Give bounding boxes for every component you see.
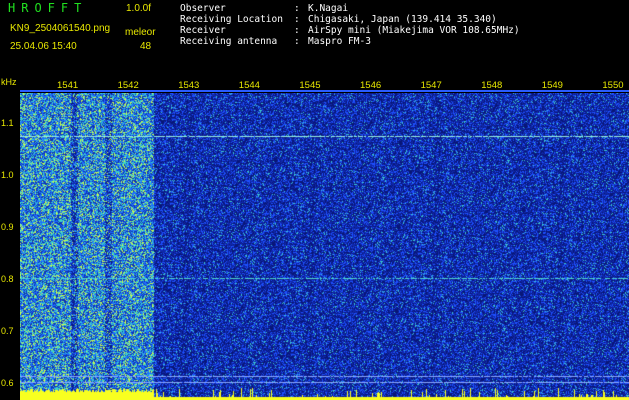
freq-tick-label: 1.1: [1, 118, 14, 129]
meta-row-receiver: Receiver : AirSpy mini (Miakejima VOR 10…: [180, 25, 520, 36]
freq-tick-label: 0.6: [1, 378, 14, 389]
filename-label: KN9_2504061540.png: [10, 23, 111, 34]
meta-separator: :: [294, 14, 300, 25]
datetime-label: 25.04.06 15:40: [10, 41, 77, 52]
header-panel: HROFFT 1.0.0f KN9_2504061540.png meleor …: [0, 0, 629, 78]
meta-label: Receiving Location: [180, 14, 283, 25]
time-axis-line: [20, 90, 629, 92]
freq-tick-label: 0.7: [1, 326, 14, 337]
freq-tick-label: 0.8: [1, 274, 14, 285]
freq-tick-label: 1.0: [1, 170, 14, 181]
mode-label: meleor: [125, 27, 156, 38]
meta-value: K.Nagai: [308, 3, 349, 14]
time-axis: 1541 1542 1543 1544 1545 1546 1547 1548 1549 1550: [20, 78, 629, 93]
count-label: 48: [140, 41, 152, 52]
meta-row-observer: Observer : K.Nagai: [180, 3, 520, 14]
meta-value: Maspro FM-3: [308, 36, 371, 47]
meta-separator: :: [294, 3, 300, 14]
meta-label: Receiving antenna: [180, 36, 278, 47]
meta-value: Chigasaki, Japan (139.414 35.340): [308, 14, 497, 25]
meta-separator: :: [294, 36, 300, 47]
meta-row-location: Receiving Location : Chigasaki, Japan (1…: [180, 14, 520, 25]
freq-tick-label: 0.9: [1, 222, 14, 233]
meta-value: AirSpy mini (Miakejima VOR 108.65MHz): [308, 25, 520, 36]
station-info: Observer : K.Nagai Receiving Location : …: [180, 3, 520, 47]
meta-label: Observer: [180, 3, 226, 14]
meta-row-antenna: Receiving antenna : Maspro FM-3: [180, 36, 520, 47]
version-label: 1.0.0f: [126, 3, 152, 14]
meta-separator: :: [294, 25, 300, 36]
meta-label: Receiver: [180, 25, 226, 36]
app-title: HROFFT: [8, 1, 88, 15]
spectrogram-plot[interactable]: [20, 93, 629, 400]
frequency-axis: 1.1 1.0 0.9 0.8 0.7 0.6: [0, 78, 20, 400]
